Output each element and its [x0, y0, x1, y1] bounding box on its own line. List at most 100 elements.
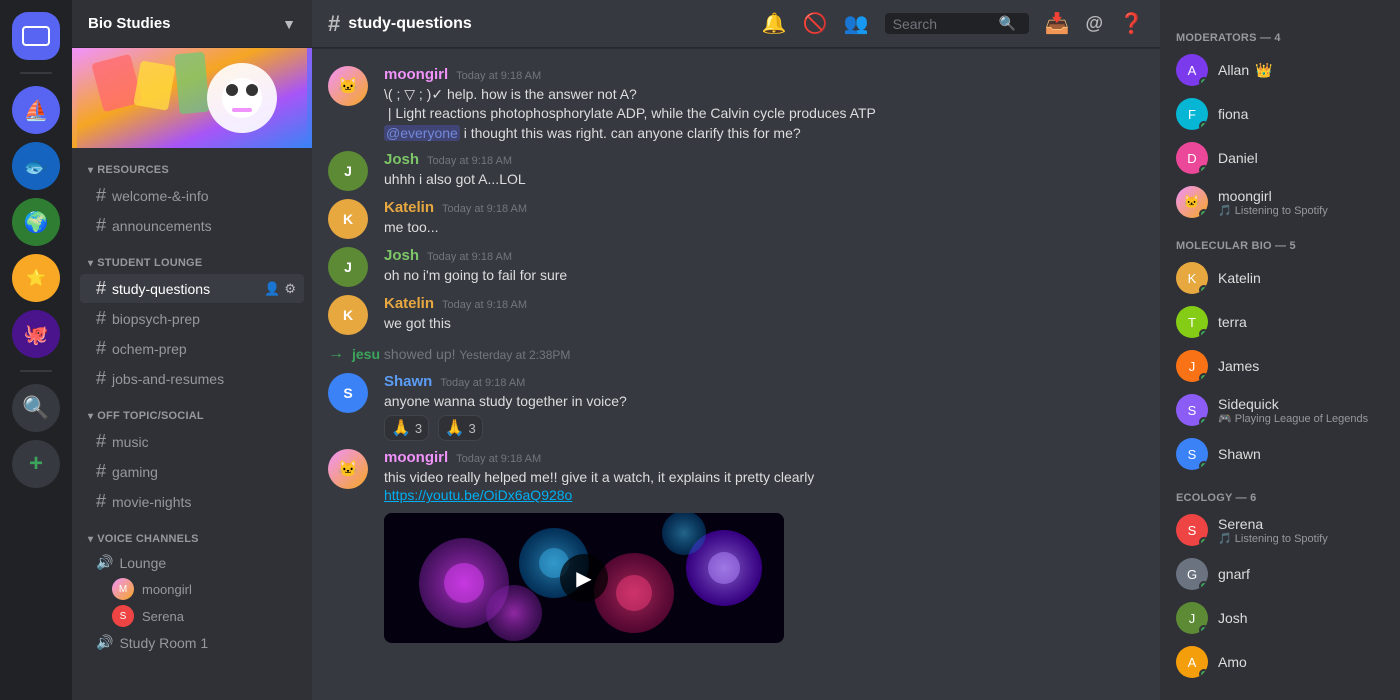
channel-study-room-1[interactable]: 🔊 Study Room 1 [80, 630, 304, 655]
dnd-icon[interactable]: 🚫 [803, 11, 828, 36]
system-text: jesu showed up! Yesterday at 2:38PM [352, 346, 570, 362]
channel-gaming[interactable]: # gaming [80, 457, 304, 486]
reaction-2[interactable]: 🙏 3 [438, 415, 483, 441]
message-author-moongirl-2[interactable]: moongirl [384, 449, 448, 466]
server-divider-2 [20, 370, 52, 372]
add-server-icon[interactable]: + [12, 440, 60, 488]
member-info-james: James [1218, 358, 1384, 374]
message-group-5: K Katelin Today at 9:18 AM we got this [312, 293, 1160, 337]
avatar-josh-2[interactable]: J [328, 247, 368, 287]
status-dot-online [1199, 669, 1208, 678]
video-link[interactable]: https://youtu.be/OiDx6aQ928o [384, 487, 572, 503]
member-name-allan: Allan 👑 [1218, 62, 1384, 79]
member-allan[interactable]: A Allan 👑 [1168, 48, 1392, 92]
message-text-3: me too... [384, 218, 1144, 237]
channel-ochem-prep[interactable]: # ochem-prep [80, 334, 304, 363]
server-icon-creature[interactable]: 🐙 [12, 310, 60, 358]
member-status-sidequick: 🎮 Playing League of Legends [1218, 412, 1384, 425]
channel-jobs-resumes[interactable]: # jobs-and-resumes [80, 364, 304, 393]
messages-container[interactable]: 🐱 moongirl Today at 9:18 AM \( ; ▽ ; )✓ … [312, 48, 1160, 700]
message-author-katelin-2[interactable]: Katelin [384, 295, 434, 312]
settings-icon[interactable]: ⚙ [284, 281, 296, 297]
video-play-button[interactable]: ▶ [560, 554, 608, 602]
chevron-icon: ▾ [88, 165, 93, 176]
member-amo[interactable]: A Amo [1168, 640, 1392, 684]
category-ecology: ECOLOGY — 6 [1168, 476, 1392, 508]
member-name-katelin: Katelin [1218, 270, 1384, 286]
server-icon-yellow[interactable]: ⭐ [12, 254, 60, 302]
category-student-lounge[interactable]: ▾ STUDENT LOUNGE [72, 241, 312, 273]
member-josh[interactable]: J Josh [1168, 596, 1392, 640]
member-terra[interactable]: T terra [1168, 300, 1392, 344]
channel-lounge[interactable]: 🔊 Lounge [80, 550, 304, 575]
member-sidequick[interactable]: S Sidequick 🎮 Playing League of Legends [1168, 388, 1392, 432]
channel-music[interactable]: # music [80, 427, 304, 456]
member-name-terra: terra [1218, 314, 1384, 330]
sidebar-banner [72, 48, 312, 148]
search-icon: 🔍 [999, 15, 1016, 32]
home-server-icon[interactable] [12, 12, 60, 60]
avatar-shawn[interactable]: S [328, 373, 368, 413]
category-label: STUDENT LOUNGE [97, 257, 202, 269]
add-member-icon[interactable]: 👤 [264, 281, 280, 297]
server-icon-planet[interactable]: 🌍 [12, 198, 60, 246]
member-name-josh: Josh [1218, 610, 1384, 626]
avatar-moongirl-2[interactable]: 🐱 [328, 449, 368, 489]
bell-icon[interactable]: 🔔 [762, 11, 787, 36]
mention-everyone[interactable]: @everyone [384, 125, 460, 141]
search-input[interactable] [893, 16, 993, 32]
message-author-josh[interactable]: Josh [384, 151, 419, 168]
sidebar-header[interactable]: Bio Studies ▼ [72, 0, 312, 48]
member-moongirl[interactable]: 🐱 moongirl 🎵 Listening to Spotify [1168, 180, 1392, 224]
reaction-count-2: 3 [469, 421, 476, 436]
reaction-1[interactable]: 🙏 3 [384, 415, 429, 441]
avatar-katelin[interactable]: K [328, 199, 368, 239]
member-fiona[interactable]: F fiona [1168, 92, 1392, 136]
voice-member-serena[interactable]: S Serena [80, 603, 304, 629]
message-group-2: J Josh Today at 9:18 AM uhhh i also got … [312, 149, 1160, 193]
member-shawn[interactable]: S Shawn [1168, 432, 1392, 476]
category-off-topic[interactable]: ▾ OFF TOPIC/SOCIAL [72, 394, 312, 426]
explore-icon[interactable]: 🔍 [12, 384, 60, 432]
help-icon[interactable]: ❓ [1119, 11, 1144, 36]
member-katelin[interactable]: K Katelin [1168, 256, 1392, 300]
message-time-2: Today at 9:18 AM [427, 155, 512, 167]
server-icon-ship[interactable]: ⛵ [12, 86, 60, 134]
avatar-moongirl[interactable]: 🐱 [328, 66, 368, 106]
channel-movie-nights[interactable]: # movie-nights [80, 487, 304, 516]
message-content-3: Katelin Today at 9:18 AM me too... [384, 199, 1144, 237]
channel-study-questions[interactable]: # study-questions 👤 ⚙ [80, 274, 304, 303]
message-author-moongirl[interactable]: moongirl [384, 66, 448, 83]
inbox-icon[interactable]: 📥 [1045, 11, 1070, 36]
status-dot-online [1199, 417, 1208, 426]
members-icon[interactable]: 👥 [844, 11, 869, 36]
message-author-josh-2[interactable]: Josh [384, 247, 419, 264]
message-author-shawn[interactable]: Shawn [384, 373, 432, 390]
chevron-down-icon: ▼ [282, 16, 296, 32]
category-molecular-bio: MOLECULAR BIO — 5 [1168, 224, 1392, 256]
member-gnarf[interactable]: G gnarf [1168, 552, 1392, 596]
system-action: showed up! [384, 346, 460, 362]
member-list: MODERATORS — 4 A Allan 👑 F fiona D Danie… [1160, 0, 1400, 700]
channel-biopsych-prep[interactable]: # biopsych-prep [80, 304, 304, 333]
video-embed[interactable]: ▶ [384, 513, 784, 643]
category-resources[interactable]: ▾ RESOURCES [72, 148, 312, 180]
member-daniel[interactable]: D Daniel [1168, 136, 1392, 180]
channel-announcements[interactable]: # announcements [80, 211, 304, 240]
message-author-katelin[interactable]: Katelin [384, 199, 434, 216]
avatar-katelin-2[interactable]: K [328, 295, 368, 335]
member-status-serena: 🎵 Listening to Spotify [1218, 532, 1384, 545]
search-bar[interactable]: 🔍 [885, 13, 1029, 34]
member-james[interactable]: J James [1168, 344, 1392, 388]
server-icon-fish[interactable]: 🐟 [12, 142, 60, 190]
avatar-josh[interactable]: J [328, 151, 368, 191]
channel-welcome-info[interactable]: # welcome-&-info [80, 181, 304, 210]
category-voice[interactable]: ▾ VOICE CHANNELS [72, 517, 312, 549]
message-time-1: Today at 9:18 AM [456, 70, 541, 82]
member-serena[interactable]: S Serena 🎵 Listening to Spotify [1168, 508, 1392, 552]
at-icon[interactable]: @ [1086, 13, 1104, 34]
voice-member-moongirl[interactable]: M moongirl [80, 576, 304, 602]
avatar-josh-member: J [1176, 602, 1208, 634]
member-info-shawn: Shawn [1218, 446, 1384, 462]
channel-name: study-questions [112, 281, 210, 297]
